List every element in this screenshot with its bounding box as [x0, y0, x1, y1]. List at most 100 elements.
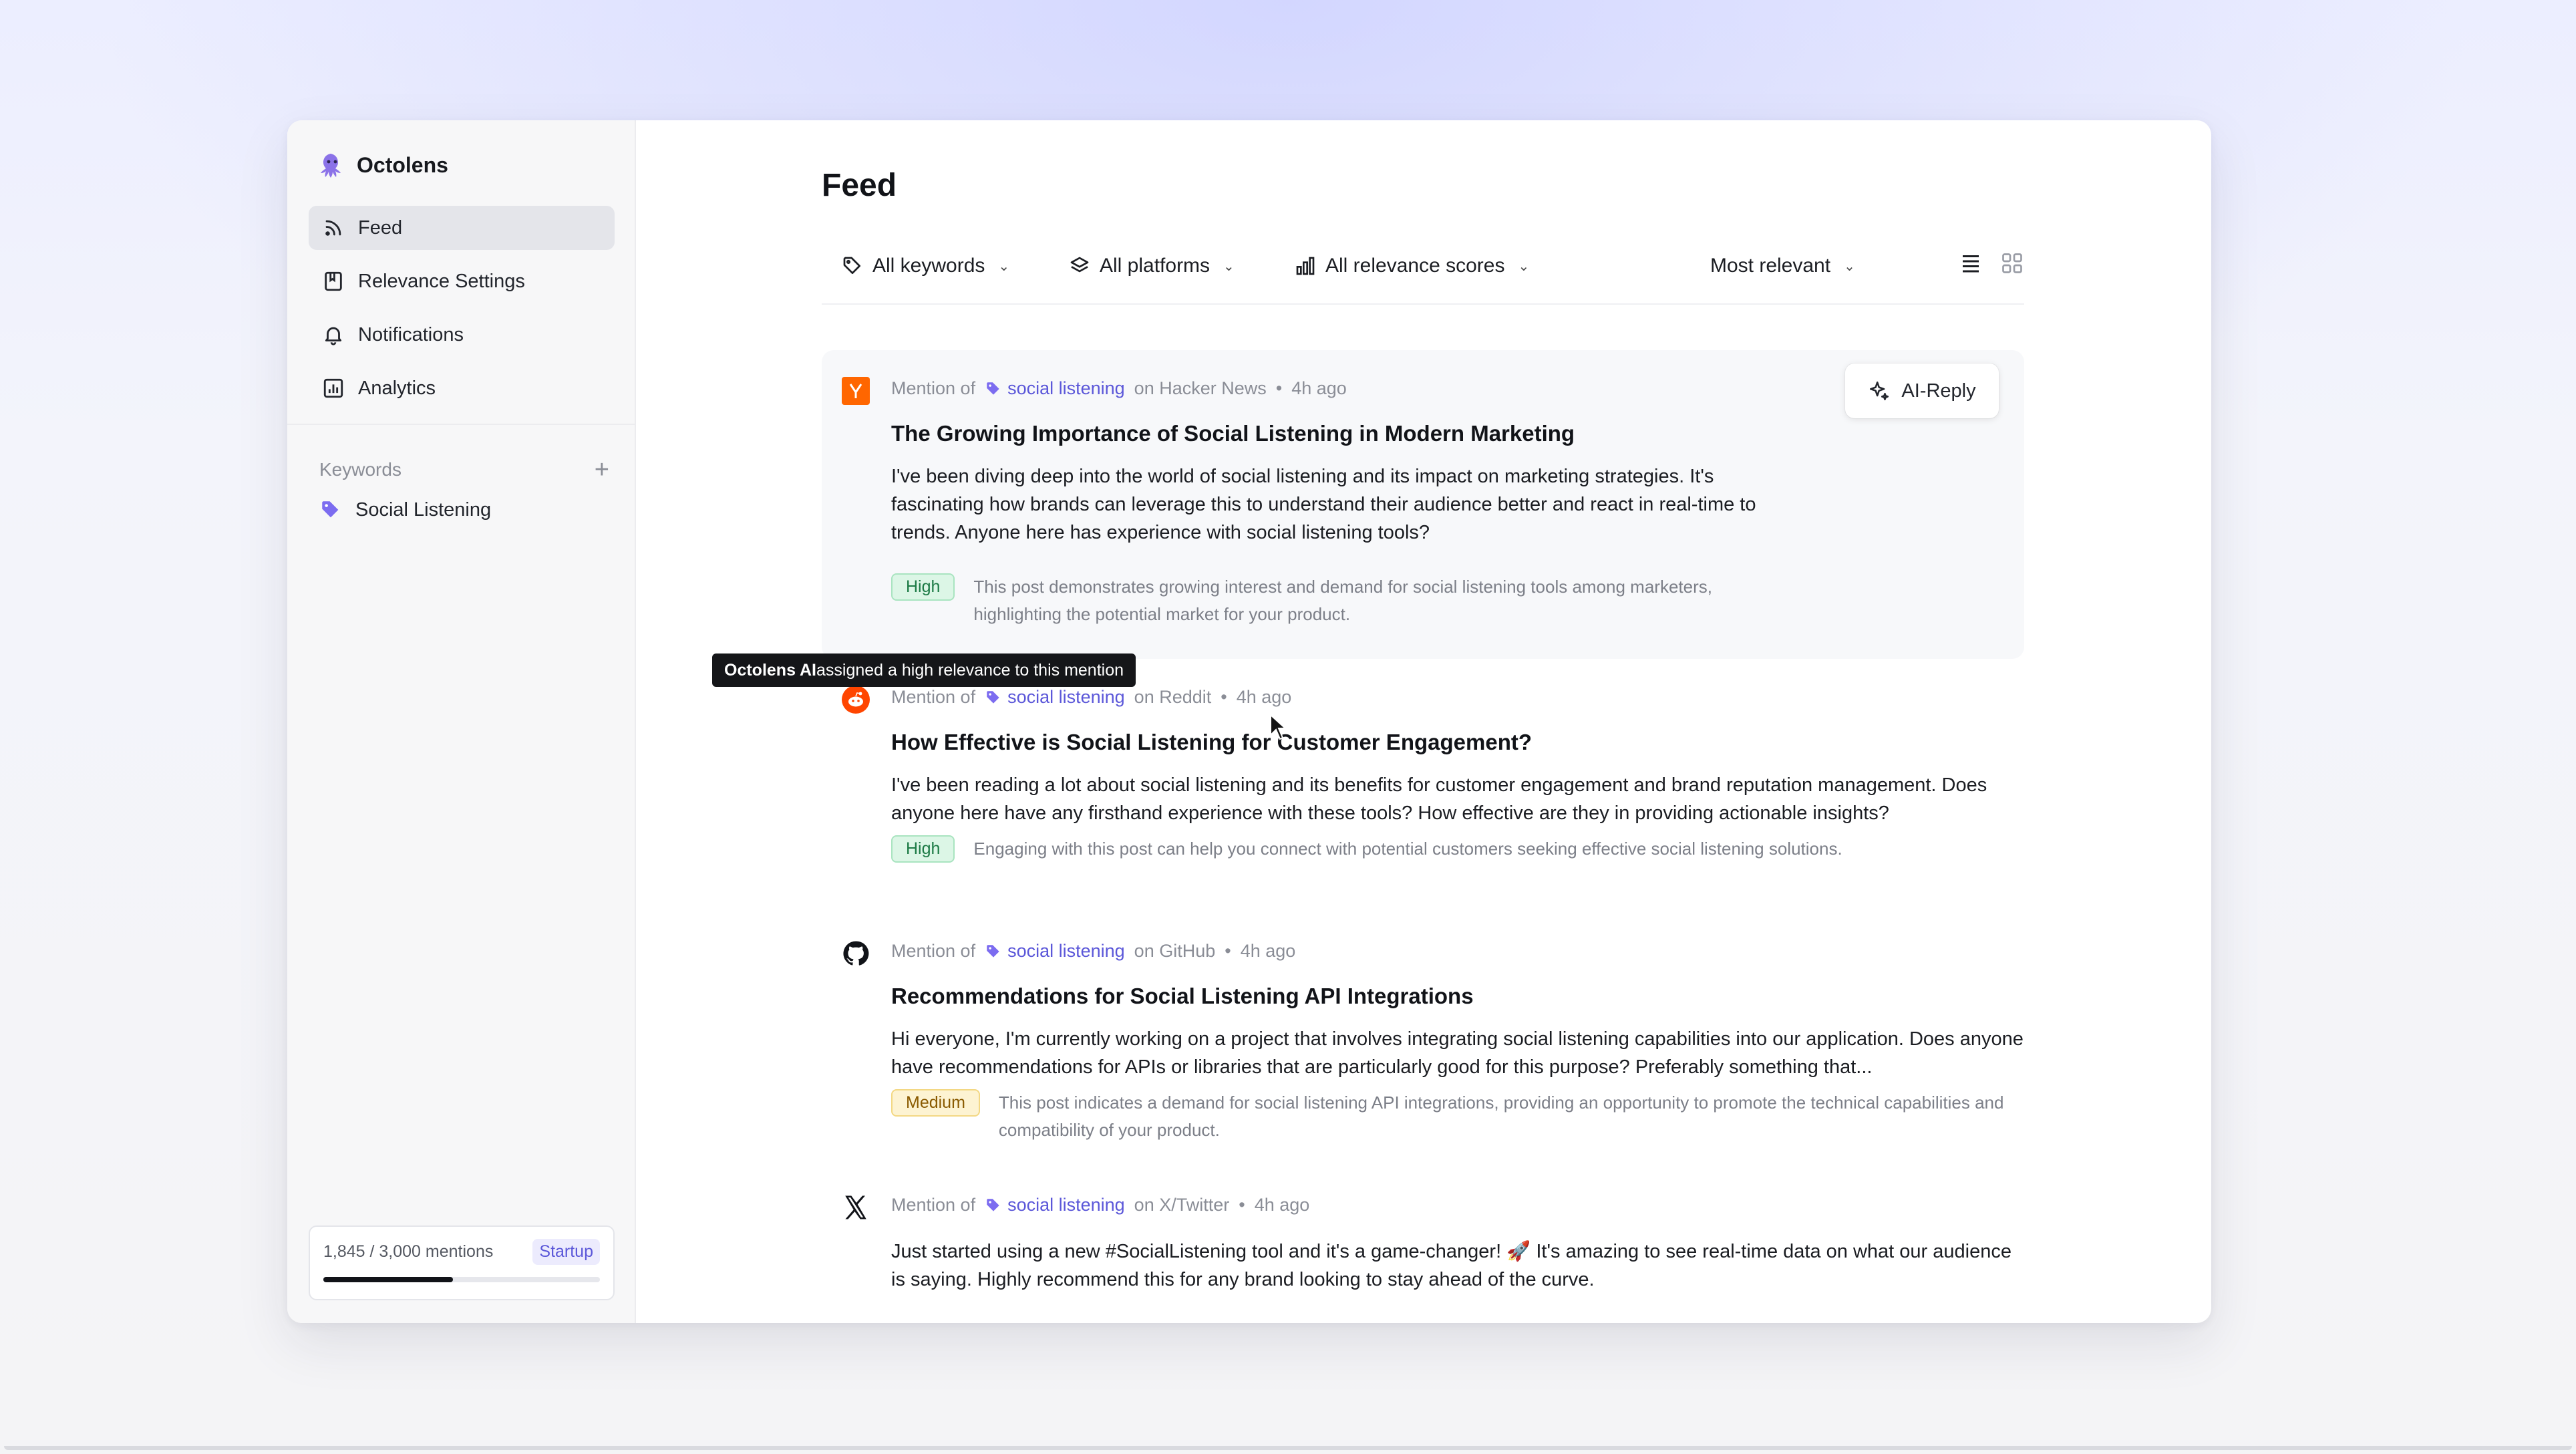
list-view-icon[interactable]: [1959, 251, 1983, 275]
platform-text: on Hacker News: [1134, 378, 1267, 398]
relevance-filter-label: All relevance scores: [1325, 255, 1505, 277]
relevance-note: Engaging with this post can help you con…: [973, 839, 1842, 859]
separator: •: [1225, 941, 1231, 961]
page-title: Feed: [822, 168, 897, 203]
sidebar-item-label: Feed: [358, 216, 403, 239]
feed-post[interactable]: Mention of social listening on GitHub • …: [822, 913, 2024, 1167]
relevance-badge[interactable]: High: [891, 835, 955, 863]
feed-post[interactable]: Mention of social listening on Reddit • …: [822, 659, 2024, 913]
chevron-down-icon: ⌄: [1223, 259, 1235, 274]
keyword-text: social listening: [1007, 941, 1125, 961]
usage-text: 1,845 / 3,000 mentions: [323, 1242, 494, 1261]
usage-progress-fill: [323, 1277, 453, 1282]
ai-reply-button[interactable]: AI-Reply: [1845, 364, 1999, 418]
platform-text: on Reddit: [1134, 687, 1212, 707]
post-meta: Mention of social listening on X/Twitter…: [891, 1195, 1309, 1215]
mention-prefix: Mention of: [891, 1195, 976, 1215]
keyword-link[interactable]: social listening: [985, 687, 1125, 708]
post-meta: Mention of social listening on GitHub • …: [891, 941, 1295, 962]
keyword-text: social listening: [1007, 378, 1125, 398]
timestamp: 4h ago: [1236, 687, 1292, 707]
mention-prefix: Mention of: [891, 378, 976, 398]
usage-card: 1,845 / 3,000 mentions Startup: [309, 1225, 615, 1300]
view-toggle: [1959, 251, 2024, 275]
relevance-badge[interactable]: High: [891, 573, 955, 601]
grid-view-icon[interactable]: [2000, 251, 2024, 275]
sidebar-item-label: Notifications: [358, 323, 464, 345]
keyword-link[interactable]: social listening: [985, 1195, 1125, 1215]
post-title[interactable]: How Effective is Social Listening for Cu…: [891, 730, 1532, 755]
hacker-news-icon: [842, 377, 870, 405]
post-meta: Mention of social listening on Reddit • …: [891, 687, 1291, 708]
post-title[interactable]: Recommendations for Social Listening API…: [891, 984, 1474, 1009]
mention-prefix: Mention of: [891, 941, 976, 961]
relevance-note: This post indicates a demand for social …: [998, 1093, 2004, 1140]
post-body: I've been diving deep into the world of …: [891, 466, 1756, 543]
relevance-tooltip: Octolens AI assigned a high relevance to…: [712, 653, 1136, 687]
keywords-header: Keywords +: [319, 457, 609, 482]
plan-badge[interactable]: Startup: [532, 1239, 600, 1265]
keyword-text: social listening: [1007, 1195, 1125, 1215]
github-icon: [843, 941, 869, 966]
filter-toolbar: All keywords ⌄ All platforms ⌄ All relev…: [822, 251, 2024, 305]
sparkles-icon: [1870, 381, 1889, 401]
sort-label: Most relevant: [1710, 255, 1831, 277]
keywords-title: Keywords: [319, 459, 401, 480]
brand[interactable]: Octolens: [318, 151, 448, 179]
relevance-row: High This post demonstrates growing inte…: [891, 573, 1768, 628]
sidebar-divider: [287, 424, 636, 425]
relevance-note: This post demonstrates growing interest …: [973, 577, 1712, 624]
keywords-filter-label: All keywords: [872, 255, 985, 277]
relevance-filter[interactable]: All relevance scores ⌄: [1295, 251, 1529, 281]
keyword-link[interactable]: social listening: [985, 378, 1125, 399]
keyword-text: social listening: [1007, 687, 1125, 707]
relevance-row: High Engaging with this post can help yo…: [891, 835, 2016, 863]
x-twitter-icon: [845, 1195, 866, 1219]
relevance-badge[interactable]: Medium: [891, 1089, 980, 1117]
platforms-filter-label: All platforms: [1100, 255, 1211, 277]
platforms-filter[interactable]: All platforms ⌄: [1069, 251, 1235, 281]
sidebar-nav: Feed Relevance Settings Notifications An…: [309, 206, 615, 420]
sidebar-item-label: Analytics: [358, 377, 436, 399]
sidebar: Octolens Feed Relevance Settings Notific…: [287, 120, 636, 1323]
keyword-label: Social Listening: [355, 498, 492, 521]
platform-text: on X/Twitter: [1134, 1195, 1230, 1215]
feed-post[interactable]: Mention of social listening on Hacker Ne…: [822, 350, 2024, 659]
tag-icon: [987, 1198, 999, 1211]
post-body: Just started using a new #SocialListenin…: [891, 1241, 2011, 1290]
layers-icon: [1070, 257, 1089, 273]
keywords-filter[interactable]: All keywords ⌄: [842, 251, 1009, 281]
keyword-link[interactable]: social listening: [985, 941, 1125, 962]
add-keyword-button[interactable]: +: [595, 457, 609, 482]
feed-list: Mention of social listening on Hacker Ne…: [822, 350, 2024, 1314]
tooltip-text: assigned a high relevance to this mentio…: [816, 660, 1124, 680]
feed-post[interactable]: Mention of social listening on X/Twitter…: [822, 1167, 2024, 1314]
keyword-item-social-listening[interactable]: Social Listening: [319, 498, 491, 521]
sidebar-item-relevance-settings[interactable]: Relevance Settings: [309, 259, 615, 303]
bell-icon: [322, 323, 345, 346]
main-content: Feed All keywords ⌄ All platforms ⌄ All …: [636, 120, 2211, 1323]
post-body: I've been reading a lot about social lis…: [891, 774, 1987, 824]
mention-prefix: Mention of: [891, 687, 976, 707]
sidebar-item-feed[interactable]: Feed: [309, 206, 615, 250]
timestamp: 4h ago: [1291, 378, 1347, 398]
app-window: Octolens Feed Relevance Settings Notific…: [287, 120, 2211, 1323]
timestamp: 4h ago: [1254, 1195, 1310, 1215]
post-title[interactable]: The Growing Importance of Social Listeni…: [891, 421, 1575, 446]
chevron-down-icon: ⌄: [998, 259, 1010, 274]
rss-icon: [322, 216, 345, 239]
sort-dropdown[interactable]: Most relevant ⌄: [1710, 251, 1855, 281]
app-name: Octolens: [357, 152, 448, 177]
separator: •: [1239, 1195, 1245, 1215]
chevron-down-icon: ⌄: [1844, 259, 1855, 274]
sidebar-item-label: Relevance Settings: [358, 270, 525, 292]
sidebar-item-notifications[interactable]: Notifications: [309, 313, 615, 357]
separator: •: [1275, 378, 1283, 398]
tooltip-bold: Octolens AI: [724, 660, 816, 680]
signal-bars-icon: [1296, 257, 1315, 275]
tag-icon: [987, 690, 999, 704]
tag-icon: [322, 501, 339, 518]
post-body: Hi everyone, I'm currently working on a …: [891, 1028, 2024, 1078]
sidebar-item-analytics[interactable]: Analytics: [309, 366, 615, 410]
usage-progress-bar: [323, 1277, 600, 1282]
